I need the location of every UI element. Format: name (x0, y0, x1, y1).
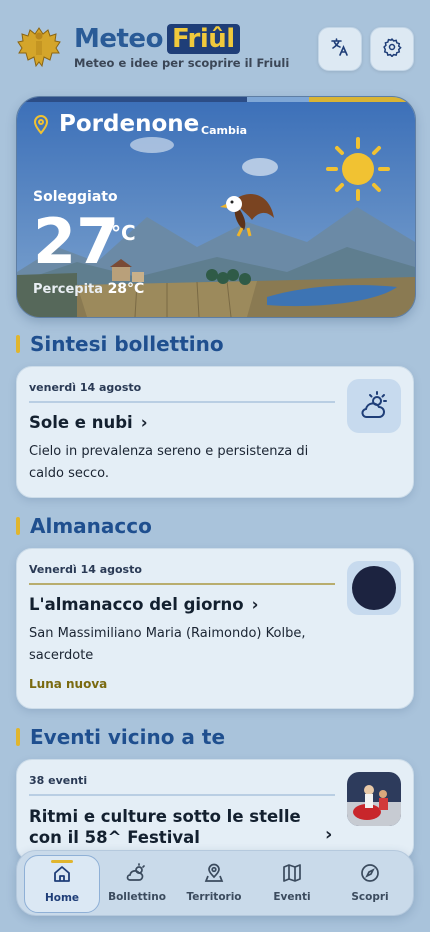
partly-sunny-icon (347, 379, 401, 433)
app-title-highlight: Friûl (166, 24, 240, 54)
nav-eventi-label: Eventi (273, 891, 311, 903)
gear-icon (382, 37, 402, 61)
settings-button[interactable] (370, 27, 414, 71)
weather-card[interactable]: Pordenone Cambia Soleggiato 27 °C Percep… (16, 96, 416, 318)
almanac-title-text: L'almanacco del giorno (29, 595, 244, 614)
change-city-link[interactable]: Cambia (201, 124, 247, 137)
nav-bollettino[interactable]: Bollettino (100, 855, 174, 911)
nav-territorio[interactable]: Territorio (177, 855, 251, 911)
event-thumbnail (347, 772, 401, 826)
location-pin-icon (33, 115, 49, 139)
weather-condition: Soleggiato (33, 189, 118, 205)
weather-icon (126, 863, 148, 887)
nav-home-label: Home (44, 892, 80, 904)
events-count: 38 eventi (29, 774, 88, 787)
app-title: Meteo Friûl (74, 24, 240, 54)
nav-territorio-label: Territorio (186, 891, 242, 903)
nav-home[interactable]: Home (24, 855, 100, 913)
events-section-title: Eventi vicino a te (16, 725, 225, 749)
nav-eventi[interactable]: Eventi (255, 855, 329, 911)
almanac-divider (29, 583, 335, 585)
almanac-text: San Massimiliano Maria (Raimondo) Kolbe,… (29, 626, 306, 663)
bulletin-section-title: Sintesi bollettino (16, 332, 224, 356)
map-pin-icon (204, 863, 224, 887)
home-icon (52, 864, 72, 888)
moon-phase: Luna nuova (29, 677, 108, 691)
almanac-section-label: Almanacco (30, 514, 152, 538)
events-card[interactable]: 38 eventi Ritmi e culture sotto le stell… (16, 759, 414, 861)
active-indicator (51, 860, 73, 863)
chevron-right-icon: › (140, 413, 148, 432)
bulletin-text: Cielo in prevalenza sereno e persistenza… (29, 444, 309, 481)
nav-bollettino-label: Bollettino (108, 891, 166, 903)
moon-icon (347, 561, 401, 615)
bulletin-title-text: Sole e nubi (29, 413, 133, 432)
temperature-value: 27 (33, 205, 120, 278)
events-section-label: Eventi vicino a te (30, 725, 226, 749)
nav-scopri[interactable]: Scopri (333, 855, 407, 911)
almanac-title: L'almanacco del giorno › (29, 595, 258, 614)
translate-button[interactable] (318, 27, 362, 71)
feels-like-value: 28°C (107, 281, 145, 297)
app-title-main: Meteo (74, 24, 163, 54)
bulletin-card[interactable]: venerdì 14 agosto Sole e nubi › Cielo in … (16, 366, 414, 498)
sun-icon (326, 137, 390, 201)
translate-icon (330, 37, 350, 61)
almanac-card[interactable]: Venerdì 14 agosto L'almanacco del giorno… (16, 548, 414, 709)
feels-like-label: Percepita (33, 282, 104, 297)
bulletin-section-label: Sintesi bollettino (30, 332, 224, 356)
bulletin-date: venerdì 14 agosto (29, 381, 142, 394)
bulletin-title: Sole e nubi › (29, 413, 148, 432)
eagle-logo (14, 22, 64, 72)
nav-scopri-label: Scopri (351, 891, 389, 903)
chevron-right-icon: › (325, 824, 333, 845)
city-name: Pordenone (59, 111, 200, 137)
app-subtitle: Meteo e idee per scoprire il Friuli (74, 56, 290, 70)
chevron-right-icon: › (251, 595, 259, 614)
bulletin-divider (29, 401, 335, 403)
feels-like: Percepita 28°C (33, 281, 144, 297)
compass-icon (360, 863, 380, 887)
almanac-date: Venerdì 14 agosto (29, 563, 142, 576)
map-icon (282, 863, 302, 887)
bottom-navigation: Home Bollettino Territorio Eventi Scopri (16, 850, 414, 916)
almanac-section-title: Almanacco (16, 514, 152, 538)
temperature-unit: °C (111, 221, 136, 245)
events-divider (29, 794, 335, 796)
